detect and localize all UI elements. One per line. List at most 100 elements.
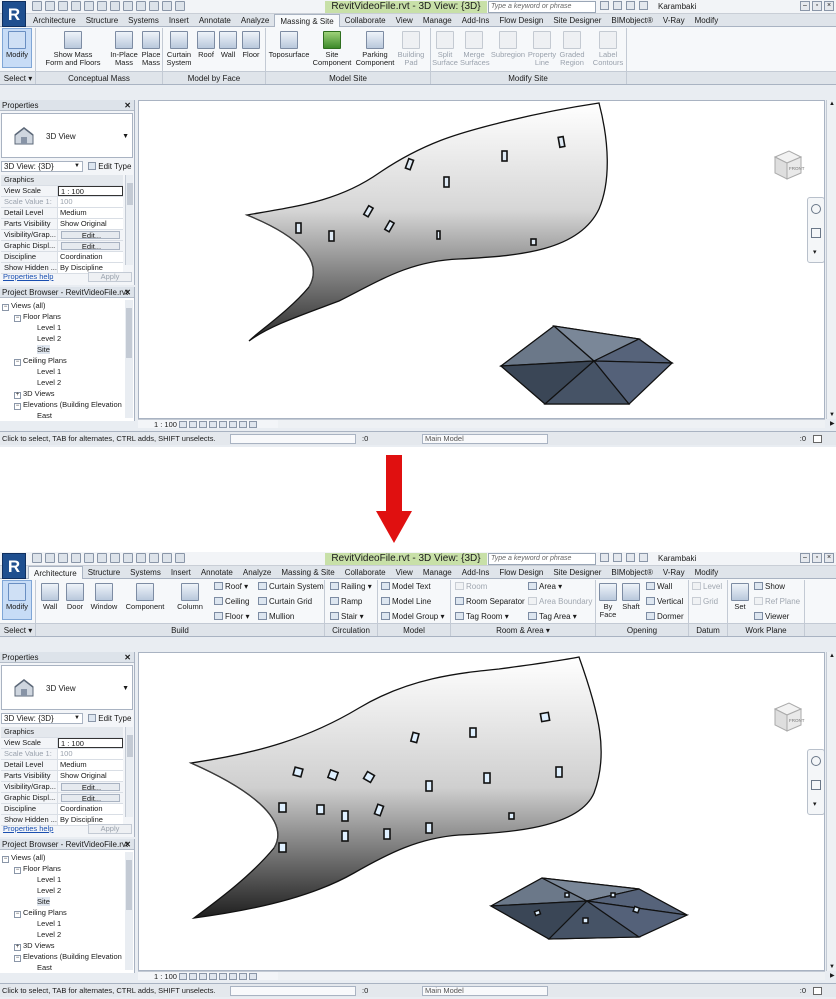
viewcube[interactable]: FRONT [767,697,807,737]
model-text-button[interactable]: Model Text [381,582,431,591]
curved-mass-wall[interactable] [244,102,608,342]
tab-view[interactable]: View [391,14,418,27]
window-controls[interactable]: – ▫ × [800,1,834,11]
redo-icon[interactable] [71,553,81,563]
close-icon[interactable]: ✕ [124,839,131,850]
site-component-button[interactable]: Site Component [312,31,352,67]
model-line-button[interactable]: Model Line [381,597,431,606]
user-icon[interactable] [639,553,648,562]
wall-by-face-button[interactable]: Wall [218,31,238,59]
zoom-icon[interactable] [811,228,821,238]
print-icon[interactable] [84,553,94,563]
tab-manage[interactable]: Manage [418,14,457,27]
door-button[interactable]: Door [63,583,87,611]
sun-path-icon[interactable] [198,973,207,980]
status-field[interactable] [230,986,356,996]
view-instance-selector[interactable]: 3D View: {3D} ▼ [1,161,83,172]
property-value[interactable]: 1 : 100 [58,186,123,196]
measure-icon[interactable] [97,553,107,563]
hip-roof-with-dormers[interactable] [488,877,690,940]
property-line-button[interactable]: Property Line [527,31,557,67]
property-edit-button[interactable]: Edit... [61,783,120,791]
apply-button[interactable]: Apply [88,272,132,282]
filter-icon[interactable] [813,435,822,443]
user-icon[interactable] [639,1,648,10]
3d-viewport[interactable]: FRONT ▾ [138,652,825,971]
modify-button[interactable]: Modify [3,583,31,611]
collapse-icon[interactable]: − [14,911,21,918]
property-value[interactable]: Medium [58,208,123,218]
collapse-icon[interactable]: − [14,403,21,410]
visual-style-icon[interactable] [188,421,197,428]
property-value[interactable]: Medium [58,760,123,770]
render-icon[interactable] [218,421,227,428]
username[interactable]: Karambaki [658,1,696,13]
browser-item[interactable]: Level 2 [2,333,122,344]
browser-item[interactable]: − Ceiling Plans [2,355,122,366]
split-surface-button[interactable]: Split Surface [432,31,458,67]
tab-collaborate[interactable]: Collaborate [340,566,391,579]
tab-insert[interactable]: Insert [166,566,196,579]
search-input[interactable]: Type a keyword or phrase [488,1,596,13]
tab-collaborate[interactable]: Collaborate [340,14,391,27]
section-icon[interactable] [136,553,146,563]
property-value[interactable]: Coordination [58,252,123,262]
section-icon[interactable] [136,1,146,11]
tab-structure[interactable]: Structure [83,566,125,579]
room-area-panel-label[interactable]: Room & Area ▾ [451,625,595,636]
navigation-bar[interactable]: ▾ [807,197,824,263]
ceiling-button[interactable]: Ceiling [214,597,249,606]
switch-windows-icon[interactable] [175,553,185,563]
shadows-icon[interactable] [208,973,217,980]
grid-button[interactable]: Grid [692,597,718,606]
window-button[interactable]: Window [88,583,120,611]
hip-roof[interactable] [499,325,674,405]
collapse-icon[interactable]: − [14,315,21,322]
tab-add-ins[interactable]: Add-Ins [457,566,495,579]
floor-button[interactable]: Floor ▾ [214,612,249,621]
view-instance-selector[interactable]: 3D View: {3D} ▼ [1,713,83,724]
view-scale[interactable]: 1 : 100 [154,420,177,429]
star-icon[interactable] [626,1,635,10]
binoculars-icon[interactable] [600,553,609,562]
tab-insert[interactable]: Insert [164,14,194,27]
browser-item[interactable]: − Ceiling Plans [2,907,122,918]
username[interactable]: Karambaki [658,553,696,565]
properties-scrollbar[interactable] [125,175,133,265]
browser-scrollbar[interactable] [125,852,133,970]
apply-button[interactable]: Apply [88,824,132,834]
tab-add-ins[interactable]: Add-Ins [457,14,495,27]
mullion-button[interactable]: Mullion [258,612,294,621]
key-icon[interactable] [613,1,622,10]
tab-annotate[interactable]: Annotate [196,566,238,579]
detail-level-icon[interactable] [178,973,187,980]
close-icon[interactable]: ✕ [124,287,131,298]
tab-modify[interactable]: Modify [690,566,724,579]
restore-button[interactable]: ▫ [812,553,822,563]
collapse-icon[interactable]: − [14,359,21,366]
tab-annotate[interactable]: Annotate [194,14,236,27]
tab-flow-design[interactable]: Flow Design [494,14,548,27]
crop-icon[interactable] [228,421,237,428]
filter-icon[interactable] [813,987,822,995]
roof-button[interactable]: Roof ▾ [214,582,248,591]
property-value[interactable]: Coordination [58,804,123,814]
tab-structure[interactable]: Structure [81,14,123,27]
show-mass-button[interactable]: Show Mass Form and Floors [42,31,104,67]
tab-architecture[interactable]: Architecture [28,14,81,27]
floor-by-face-button[interactable]: Floor [240,31,262,59]
by-face-button[interactable]: By Face [598,583,618,619]
browser-item[interactable]: − Floor Plans [2,311,122,322]
vertical-opening-button[interactable]: Vertical [646,597,683,606]
save-icon[interactable] [45,1,55,11]
place-mass-button[interactable]: Place Mass [140,31,162,67]
browser-item[interactable]: − Elevations (Building Elevation [2,399,122,410]
browser-item[interactable]: − Elevations (Building Elevation [2,951,122,962]
3d-icon[interactable] [123,553,133,563]
properties-help-link[interactable]: Properties help [3,271,53,283]
minimize-button[interactable]: – [800,1,810,11]
model-group-button[interactable]: Model Group ▾ [381,612,445,621]
view-scale[interactable]: 1 : 100 [154,972,177,981]
temp-hide-icon[interactable] [248,973,257,980]
temp-hide-icon[interactable] [248,421,257,428]
